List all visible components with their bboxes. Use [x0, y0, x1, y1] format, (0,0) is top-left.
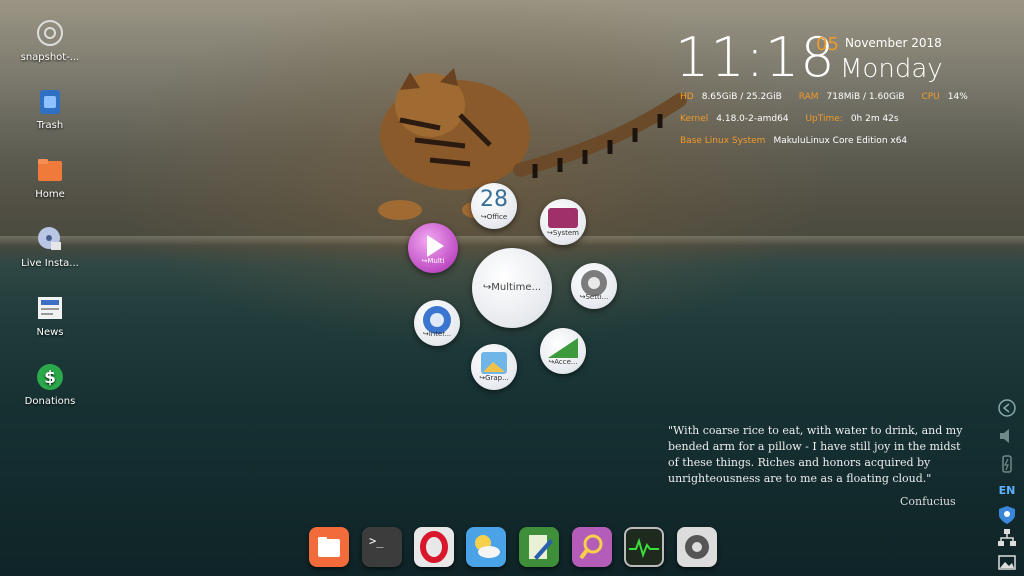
launcher-item-settings[interactable]: ↪Setti...: [571, 263, 617, 309]
dock-opera[interactable]: [414, 527, 454, 567]
launcher-item-label: ↪Office: [480, 213, 508, 221]
desktop-icon-label: Live Insta...: [21, 258, 79, 269]
keyboard-language-indicator[interactable]: EN: [996, 484, 1018, 504]
clock-month-year: November 2018: [845, 36, 942, 50]
calendar-icon: 28: [480, 187, 508, 212]
kernel-label: Kernel: [680, 114, 709, 124]
launcher-item-internet[interactable]: ↪Inter...: [414, 300, 460, 346]
base-system-value: MakuluLinux Core Edition x64: [773, 136, 908, 146]
launcher-item-label: ↪Inter...: [422, 330, 452, 338]
launcher-item-accessories[interactable]: ↪Acce...: [540, 328, 586, 374]
weather-icon: [475, 535, 500, 558]
dock-weather[interactable]: [466, 527, 506, 567]
svg-text:$: $: [44, 368, 56, 388]
launcher-item-label: ↪Acce...: [548, 358, 578, 366]
cpu-value: 14%: [947, 92, 968, 102]
quote-author: Confucius: [900, 495, 956, 508]
system-icon: [548, 208, 578, 228]
volume-icon[interactable]: [996, 426, 1018, 446]
launcher-item-office[interactable]: 28 ↪Office: [471, 183, 517, 229]
desktop-icon-label: snapshot-...: [20, 52, 80, 63]
launcher-item-label: ↪Setti...: [579, 293, 609, 301]
desktop-icon-trash[interactable]: Trash: [10, 86, 90, 131]
uptime-value: 0h 2m 42s: [850, 114, 899, 124]
system-stats-row: HD 8.65GiB / 25.2GiB RAM 718MiB / 1.60GiB …: [680, 92, 982, 102]
monitor-icon: [629, 537, 659, 559]
desktop-icon-label: Donations: [24, 396, 76, 407]
news-icon: [38, 297, 62, 319]
launcher-center-label: ↪Multime...: [482, 282, 542, 293]
settings-gear-icon: [581, 270, 607, 296]
launcher-item-graphics[interactable]: ↪Grap...: [471, 344, 517, 390]
dollar-icon: $: [37, 364, 63, 390]
launcher-item-multimedia[interactable]: ↪Multi: [408, 223, 458, 273]
hd-label: HD: [680, 92, 694, 102]
shield-icon[interactable]: [996, 505, 1018, 525]
installer-disc-icon: [38, 227, 61, 250]
internet-globe-icon: [423, 306, 451, 334]
launcher-center-multimedia[interactable]: ↪Multime...: [472, 248, 552, 328]
back-arrow-icon[interactable]: [996, 398, 1018, 418]
tiger-wallpaper-image: [378, 68, 687, 220]
hd-value: 8.65GiB / 25.2GiB: [701, 92, 782, 102]
battery-icon[interactable]: [996, 454, 1018, 474]
dock-settings[interactable]: [677, 527, 717, 567]
camera-icon: [37, 20, 63, 46]
clock-day: 05: [816, 34, 839, 55]
opera-icon: [420, 531, 448, 563]
desktop-icon-label: News: [36, 327, 64, 338]
text-editor-icon: [529, 535, 553, 560]
search-tool-icon: [579, 534, 603, 560]
network-icon[interactable]: [996, 528, 1018, 548]
home-folder-icon: [38, 159, 62, 181]
dock-terminal[interactable]: >_: [362, 527, 402, 567]
launcher-item-label: ↪Grap...: [479, 374, 509, 382]
accessories-icon: [548, 338, 578, 358]
dock-search-tool[interactable]: [572, 527, 612, 567]
image-icon[interactable]: [996, 553, 1018, 573]
ram-label: RAM: [798, 92, 819, 102]
dock-system-monitor[interactable]: [624, 527, 664, 567]
desktop-icon-home[interactable]: Home: [10, 155, 90, 200]
clock-weekday: Monday: [840, 54, 943, 84]
settings-icon: [685, 535, 709, 559]
wallpaper-horizon: [0, 236, 1024, 246]
desktop-icon-label: Trash: [36, 120, 64, 131]
launcher-item-system[interactable]: ↪System: [540, 199, 586, 245]
folder-icon: [318, 537, 340, 557]
play-icon: [427, 235, 444, 257]
kernel-value: 4.18.0-2-amd64: [716, 114, 789, 124]
launcher-item-label: ↪System: [547, 229, 579, 237]
trash-icon: [40, 90, 60, 114]
graphics-icon: [481, 352, 507, 374]
base-system-label: Base Linux System: [680, 136, 766, 146]
desktop-icon-news[interactable]: News: [10, 293, 90, 338]
base-system-row: Base Linux System MakuluLinux Core Editio…: [680, 136, 921, 146]
desktop-icon-label: Home: [35, 189, 65, 200]
quote-text: "With coarse rice to eat, with water to …: [668, 424, 963, 485]
dock-text-editor[interactable]: [519, 527, 559, 567]
launcher-item-label: ↪Multi: [421, 257, 445, 265]
terminal-icon: >_: [369, 534, 384, 548]
dock-files[interactable]: [309, 527, 349, 567]
kernel-row: Kernel 4.18.0-2-amd64 UpTime: 0h 2m 42s: [680, 114, 913, 124]
cpu-label: CPU: [921, 92, 940, 102]
desktop-icon-donations[interactable]: $ Donations: [10, 362, 90, 407]
desktop-icon-live-installer[interactable]: Live Insta...: [10, 224, 90, 269]
ram-value: 718MiB / 1.60GiB: [826, 92, 905, 102]
clock-time: 11:18: [675, 26, 836, 89]
desktop-icon-snapshot[interactable]: snapshot-...: [10, 18, 90, 63]
uptime-label: UpTime:: [805, 114, 843, 124]
